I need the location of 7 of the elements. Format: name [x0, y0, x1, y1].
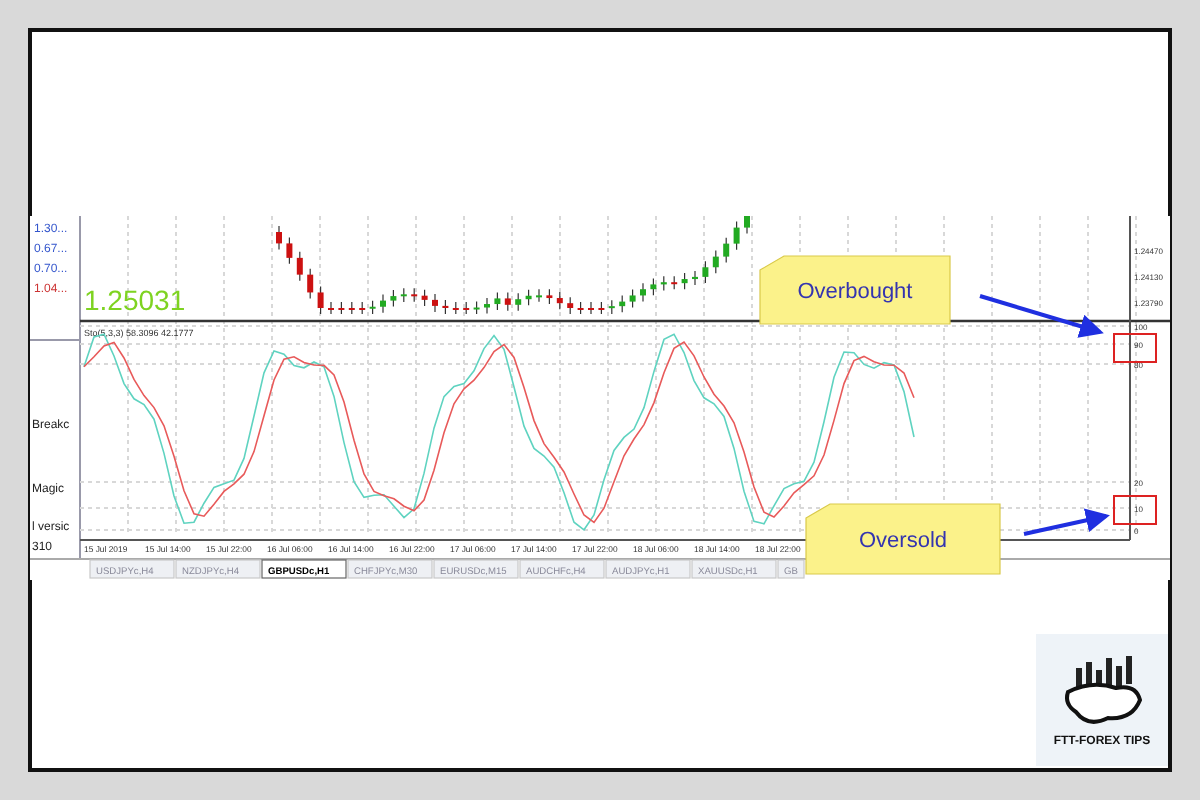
highlight-box — [1113, 495, 1157, 525]
pointer-arrow — [1023, 508, 1110, 536]
callout-note: Oversold — [805, 503, 1001, 575]
pointer-arrow — [979, 294, 1104, 338]
current-price: 1.25031 — [84, 284, 186, 316]
highlight-box — [1113, 333, 1157, 363]
callout-note: Overbought — [759, 255, 951, 325]
